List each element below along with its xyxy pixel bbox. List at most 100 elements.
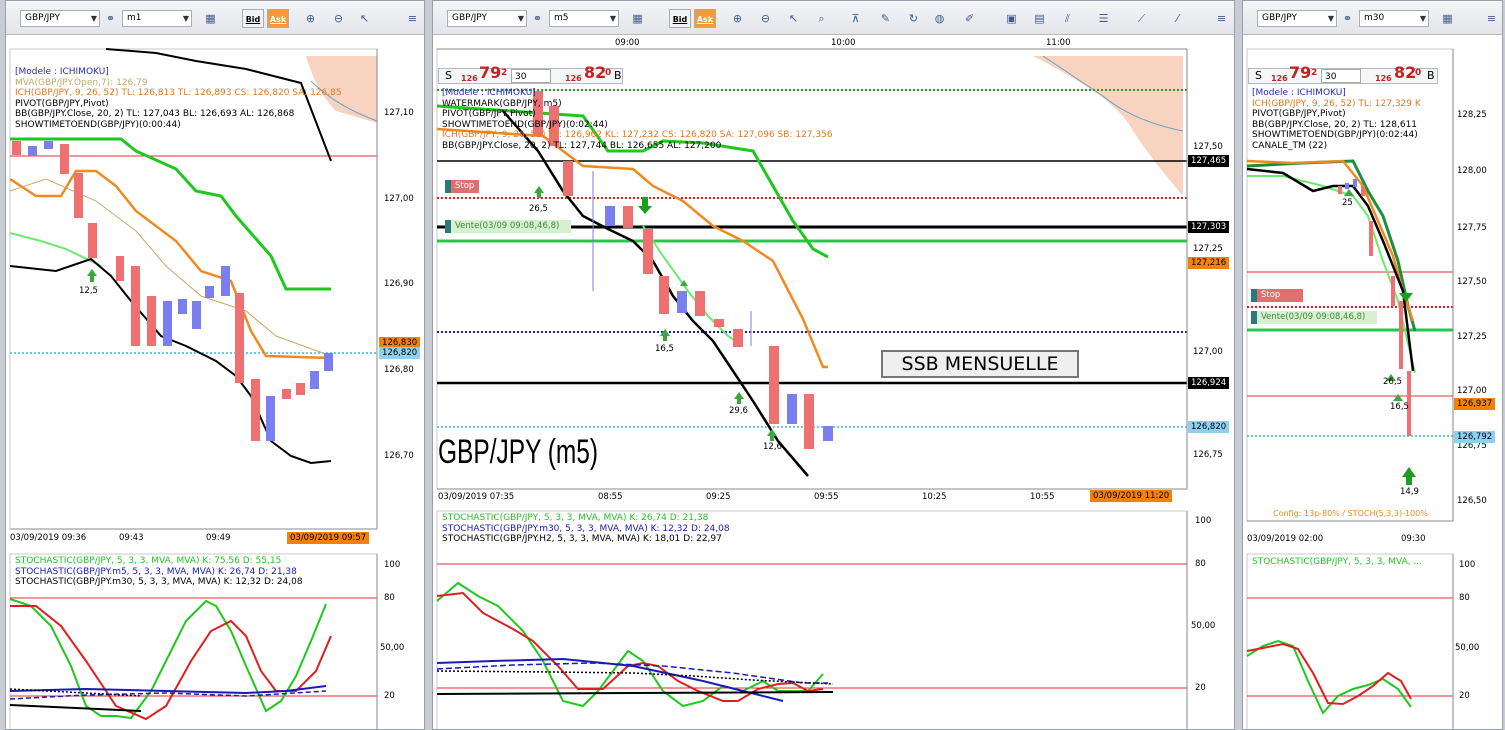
sell-prefix: 126: [461, 74, 478, 83]
x-tick: 03/09/2019 09:36: [10, 533, 87, 543]
indicator-line: MVA(GBP/JPY.Open,7): 126,79: [15, 77, 148, 88]
stoch-line: STOCHASTIC(GBP/JPY.m30, 5, 3, 3, MVA, MV…: [15, 577, 303, 587]
spread-value[interactable]: 30: [511, 69, 551, 83]
sell-label: S: [1255, 69, 1262, 82]
y-tick: 128,00: [1457, 166, 1487, 176]
indicator-line: BB(GBP/JPY.Close, 20, 2) TL: 128,611: [1252, 119, 1418, 130]
chart-watermark: GBP/JPY (m5): [438, 433, 599, 471]
y-tick: 126,70: [384, 451, 414, 461]
stoch-tick: 50,00: [1455, 643, 1480, 653]
quote-ticker[interactable]: S 126 79 2 30 126 82 0 B: [438, 65, 623, 84]
price-tag: 127,216: [1188, 257, 1230, 269]
indicator-line: BB(GBP/JPY.Close, 20, 2) TL: 127,043 BL:…: [15, 109, 295, 119]
y-tick: 127,25: [1457, 332, 1487, 342]
top-time-tick: 11:00: [1046, 38, 1071, 48]
indicator-line: SHOWTIMETOEND(GBP/JPY)(0:02:44): [442, 119, 608, 130]
x-tick: 03/09/2019 07:35: [438, 492, 515, 502]
x-tick: 09:43: [119, 533, 144, 543]
y-tick: 128,25: [1457, 110, 1487, 120]
buy-sup: 0: [1415, 68, 1422, 78]
sell-price[interactable]: 79: [479, 65, 501, 81]
indicator-line: [Modele : ICHIMOKU]: [15, 67, 109, 77]
stoch-tick: 20: [1195, 683, 1206, 693]
stoch-tick: 20: [1459, 691, 1470, 701]
marker-label: 29,6: [729, 406, 748, 416]
stoch-line: STOCHASTIC(GBP/JPY, 5, 3, 3, MVA, MVA) K…: [15, 556, 282, 566]
vente-label[interactable]: Vente(03/09 09:08,46,8): [455, 221, 559, 231]
y-tick: 127,25: [1193, 244, 1223, 254]
indicator-legend: [Modele : ICHIMOKU] MVA(GBP/JPY.Open,7):…: [15, 67, 342, 130]
y-tick: 126,75: [1193, 450, 1223, 460]
y-tick: 127,75: [1457, 223, 1487, 233]
x-tick: 10:25: [922, 492, 947, 502]
indicator-line: ICH(GBP/JPY, 9, 26, 52) TL: 127,329 K: [1252, 98, 1421, 109]
buy-label: B: [614, 69, 622, 82]
indicator-line: [Modele : ICHIMOKU]: [1252, 88, 1346, 98]
buy-price[interactable]: 82: [584, 65, 606, 81]
y-tick: 126,80: [384, 365, 414, 375]
stoch-tick: 50,00: [1191, 621, 1216, 631]
stoch-tick: 100: [1195, 516, 1212, 526]
x-tick: 03/09/2019 02:00: [1247, 534, 1324, 544]
chart-panel-m5: GBP/JPY ▼ ⚭ m5 ▼ ▦ Bid Ask ⊕ ⊖ ↖ ⌕ ⊼ ✎ ↻ ◍…: [432, 0, 1235, 730]
indicator-line: CANALE_TM (22): [1252, 140, 1328, 151]
price-tag: 126,820: [1188, 421, 1230, 433]
stoch-line: STOCHASTIC(GBP/JPY, 5, 3, 3, MVA, ...: [1252, 557, 1423, 567]
buy-price[interactable]: 82: [1394, 65, 1416, 81]
chart-panel-m30: GBP/JPY ▼ ⚭ m30 ▼ ▦ ≡ S 126 79 2 30 126 …: [1242, 0, 1503, 730]
marker-label: 14,9: [1400, 487, 1419, 497]
indicator-line: PIVOT(GBP/JPY,Pivot): [15, 98, 109, 109]
indicator-line: WATERMARK(GBP/JPY, m5): [442, 98, 562, 109]
config-text: Config: 13p-80% / STOCH(5,3,3)-100%: [1273, 509, 1428, 518]
y-tick: 126,90: [384, 279, 414, 289]
y-tick: 127,50: [1457, 277, 1487, 287]
stoch-tick: 80: [1459, 593, 1470, 603]
x-tick: 09:30: [1401, 534, 1426, 544]
ssb-annotation[interactable]: SSB MENSUELLE: [881, 350, 1079, 378]
y-tick: 127,00: [1457, 386, 1487, 396]
price-tag: 127,465: [1188, 155, 1230, 167]
price-tag: 126,820: [379, 347, 421, 359]
indicator-line: ICH(GBP/JPY, 9, 26, 52) TL: 126,962 KL: …: [442, 130, 833, 140]
current-time-tag: 03/09/2019 09:57: [287, 532, 370, 544]
indicator-legend: [Modele : ICHIMOKU] WATERMARK(GBP/JPY, m…: [442, 88, 833, 151]
x-tick: 09:49: [206, 533, 231, 543]
marker-label: 26,5: [1383, 377, 1402, 387]
x-tick: 08:55: [598, 492, 623, 502]
buy-sup: 0: [605, 68, 612, 78]
vente-label[interactable]: Vente(03/09 09:08,46,8): [1261, 312, 1365, 322]
stop-label[interactable]: Stop: [1261, 290, 1280, 300]
price-tag: 127,303: [1188, 221, 1230, 233]
indicator-line: [Modele : ICHIMOKU]: [442, 88, 536, 98]
stoch-tick: 100: [1459, 560, 1476, 570]
stoch-line: STOCHASTIC(GBP/JPY.H2, 5, 3, 3, MVA, MVA…: [442, 534, 722, 544]
chart-panel-m1: GBP/JPY ▼ ⚭ m1 ▼ ▦ Bid Ask ⊕ ⊖ ↖ ≡ [Mode…: [5, 0, 425, 730]
marker-label: 16,5: [1390, 402, 1409, 412]
stoch-tick: 80: [1195, 559, 1206, 569]
indicator-legend: [Modele : ICHIMOKU] ICH(GBP/JPY, 9, 26, …: [1252, 88, 1452, 151]
marker-label: 12,5: [79, 286, 98, 296]
y-tick: 127,10: [384, 108, 414, 118]
stoch-tick: 20: [384, 691, 395, 701]
sell-prefix: 126: [1271, 74, 1288, 83]
sell-sup: 2: [1311, 68, 1318, 78]
sell-price[interactable]: 79: [1289, 65, 1311, 81]
marker-label: 26,5: [529, 204, 548, 214]
stoch-line: STOCHASTIC(GBP/JPY, 5, 3, 3, MVA, MVA) K…: [442, 513, 709, 523]
stoch-line: STOCHASTIC(GBP/JPY.m30, 5, 3, 3, MVA, MV…: [442, 523, 730, 534]
marker-label: 12,6: [763, 442, 782, 452]
indicator-line: PIVOT(GBP/JPY,Pivot): [1252, 109, 1346, 119]
stoch-legend: STOCHASTIC(GBP/JPY, 5, 3, 3, MVA, ...: [1252, 557, 1422, 568]
stoch-tick: 50,00: [380, 643, 405, 653]
spread-value[interactable]: 30: [1321, 69, 1361, 83]
stop-label[interactable]: Stop: [455, 181, 474, 191]
top-time-tick: 09:00: [615, 38, 640, 48]
stoch-legend: STOCHASTIC(GBP/JPY, 5, 3, 3, MVA, MVA) K…: [442, 513, 730, 545]
stoch-legend: STOCHASTIC(GBP/JPY, 5, 3, 3, MVA, MVA) K…: [15, 556, 303, 588]
x-tick: 09:25: [706, 492, 731, 502]
marker-label: 25: [1342, 198, 1353, 208]
quote-ticker[interactable]: S 126 79 2 30 126 82 0 B: [1248, 65, 1438, 84]
x-tick: 10:55: [1030, 492, 1055, 502]
y-tick: 127,00: [1193, 347, 1223, 357]
price-tag: 126,792: [1454, 431, 1496, 443]
